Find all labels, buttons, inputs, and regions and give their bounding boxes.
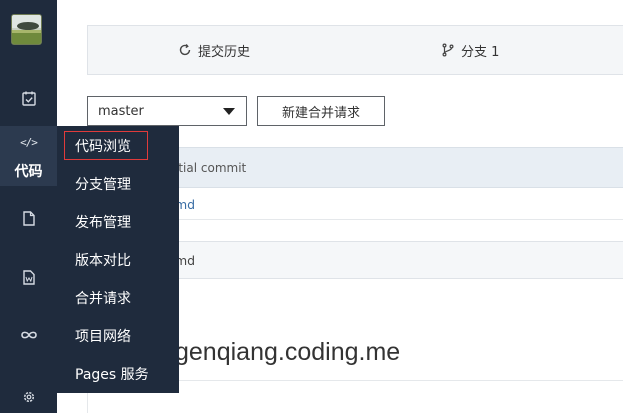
menu-item-label: 分支管理 [75,177,131,193]
code-flyout-menu: 代码浏览 分支管理 发布管理 版本对比 合并请求 项目网络 Pages 服务 [57,126,179,393]
repo-topbar: 提交历史 分支 1 [87,25,623,75]
menu-item-label: 代码浏览 [75,139,131,155]
branch-select[interactable]: master [87,96,247,126]
menu-item-label: 发布管理 [75,215,131,231]
menu-item-merge-requests[interactable]: 合并请求 [57,278,179,316]
avatar[interactable] [11,14,42,45]
tab-label: 分支 1 [461,44,500,60]
infinity-icon[interactable] [0,330,57,340]
menu-item-label: Pages 服务 [75,367,149,383]
gear-icon[interactable] [0,390,57,404]
menu-item-pages[interactable]: Pages 服务 [57,354,179,392]
wiki-icon[interactable] [0,270,57,285]
menu-item-branches[interactable]: 分支管理 [57,164,179,202]
file-icon[interactable] [0,211,57,226]
tab-commit-history[interactable]: 提交历史 [178,26,250,74]
branch-icon [441,43,455,57]
left-sidebar: </> 代码 [0,0,57,413]
history-icon [178,43,192,57]
menu-item-code-browse[interactable]: 代码浏览 [57,126,179,164]
caret-down-icon [223,108,235,115]
branch-select-value: master [98,103,144,119]
new-merge-request-button[interactable]: 新建合并请求 [257,96,385,126]
sidebar-item-label: 代码 [14,164,43,180]
menu-item-label: 项目网络 [75,329,131,345]
menu-item-label: 合并请求 [75,291,131,307]
task-icon[interactable] [0,91,57,106]
tab-label: 提交历史 [198,44,251,60]
tab-branches[interactable]: 分支 1 [441,26,499,74]
menu-item-label: 版本对比 [75,253,131,269]
menu-item-network[interactable]: 项目网络 [57,316,179,354]
menu-item-compare[interactable]: 版本对比 [57,240,179,278]
menu-item-releases[interactable]: 发布管理 [57,202,179,240]
sidebar-item-code[interactable]: </> 代码 [0,126,57,186]
code-icon: </> [20,136,38,149]
